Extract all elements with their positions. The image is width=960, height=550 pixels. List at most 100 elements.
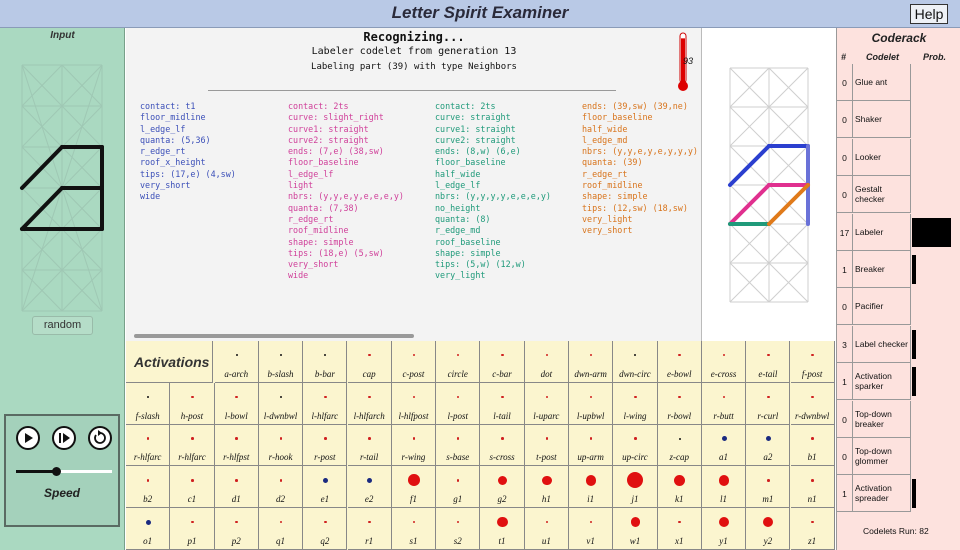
- activation-cell[interactable]: b1: [790, 424, 835, 467]
- activation-cell[interactable]: r1: [347, 508, 392, 550]
- activation-cell[interactable]: c-post: [391, 341, 437, 383]
- activation-cell[interactable]: dwn-arm: [569, 341, 614, 383]
- activation-cell[interactable]: j1: [613, 466, 658, 509]
- codelet-prob-bar: [912, 329, 916, 359]
- activation-cell[interactable]: s-base: [436, 424, 481, 467]
- activation-cell[interactable]: r-hlfarc: [126, 424, 171, 467]
- activation-cell[interactable]: r-curl: [746, 382, 791, 425]
- speed-slider-knob[interactable]: [52, 467, 62, 476]
- random-button[interactable]: random: [32, 316, 93, 335]
- activation-cell[interactable]: q1: [258, 508, 304, 550]
- activation-cell[interactable]: dwn-circ: [613, 341, 658, 383]
- activation-cell[interactable]: r-hook: [258, 424, 304, 467]
- activation-dot: [235, 354, 238, 356]
- step-button[interactable]: [52, 426, 76, 450]
- activation-cell[interactable]: f-slash: [126, 382, 171, 425]
- activation-cell[interactable]: e-cross: [701, 341, 747, 383]
- reset-button[interactable]: [88, 426, 112, 450]
- activation-label: r-post: [314, 452, 336, 463]
- activation-cell[interactable]: a1: [701, 424, 747, 467]
- descriptor-line: r_edge_rt: [288, 213, 334, 224]
- activation-cell[interactable]: z1: [790, 508, 835, 550]
- activation-cell[interactable]: r-butt: [701, 382, 747, 425]
- activation-cell[interactable]: h1: [524, 466, 569, 509]
- activation-cell[interactable]: d1: [214, 466, 259, 509]
- activation-cell[interactable]: r-post: [303, 424, 348, 467]
- horizontal-scrollbar[interactable]: [134, 334, 414, 338]
- activation-cell[interactable]: f1: [391, 466, 437, 509]
- descriptor-line: floor_baseline: [582, 112, 653, 123]
- activation-cell[interactable]: e2: [347, 466, 392, 509]
- activation-cell[interactable]: y1: [701, 508, 747, 550]
- activation-cell[interactable]: l-hlfarc: [303, 382, 348, 425]
- activation-cell[interactable]: r-tail: [347, 424, 392, 467]
- activation-cell[interactable]: b-bar: [303, 341, 348, 383]
- activation-cell[interactable]: s1: [391, 508, 437, 550]
- activation-cell[interactable]: m1: [746, 466, 791, 509]
- activation-label: e2: [364, 494, 374, 505]
- activation-cell[interactable]: d2: [258, 466, 304, 509]
- descriptor-line: r_edge_md: [435, 225, 481, 236]
- activation-cell[interactable]: s-cross: [480, 424, 525, 467]
- activation-cell[interactable]: s2: [436, 508, 481, 550]
- activation-cell[interactable]: i1: [569, 466, 614, 509]
- activation-cell[interactable]: b2: [126, 466, 171, 509]
- activation-cell[interactable]: e-bowl: [657, 341, 702, 383]
- activation-cell[interactable]: dot: [524, 341, 569, 383]
- activation-cell[interactable]: r-hlfpst: [214, 424, 259, 467]
- activation-cell[interactable]: k1: [657, 466, 702, 509]
- activation-cell[interactable]: l-bowl: [214, 382, 259, 425]
- activation-cell[interactable]: b-slash: [258, 341, 304, 383]
- activation-cell[interactable]: r-hlfarc: [170, 424, 215, 467]
- help-button[interactable]: Help: [910, 4, 948, 24]
- activation-cell[interactable]: circle: [436, 341, 481, 383]
- activation-cell[interactable]: r-wing: [391, 424, 437, 467]
- activation-cell[interactable]: n1: [790, 466, 835, 509]
- activation-cell[interactable]: h-post: [170, 382, 215, 425]
- activation-cell[interactable]: up-arm: [569, 424, 614, 467]
- activation-cell[interactable]: v1: [569, 508, 614, 550]
- activation-cell[interactable]: c-bar: [480, 341, 525, 383]
- speed-label: Speed: [43, 486, 80, 500]
- activation-cell[interactable]: q2: [303, 508, 348, 550]
- activation-cell[interactable]: r-bowl: [657, 382, 702, 425]
- activation-cell[interactable]: l-wing: [613, 382, 658, 425]
- descriptor-line: nbrs: (y,y,e,y,e,e,e,y): [288, 191, 404, 202]
- activation-cell[interactable]: a-arch: [214, 341, 259, 383]
- activation-cell[interactable]: a2: [746, 424, 791, 467]
- activation-cell[interactable]: y2: [746, 508, 791, 550]
- activation-cell[interactable]: l-hlfpost: [391, 382, 437, 425]
- descriptor-line: wide: [288, 270, 309, 281]
- activation-cell[interactable]: e1: [303, 466, 348, 509]
- activation-cell[interactable]: r-dwnbwl: [790, 382, 835, 425]
- activation-cell[interactable]: t1: [480, 508, 525, 550]
- activation-cell[interactable]: f-post: [790, 341, 835, 383]
- activation-cell[interactable]: l1: [701, 466, 747, 509]
- activation-cell[interactable]: l-post: [436, 382, 481, 425]
- activation-cell[interactable]: l-upbwl: [569, 382, 614, 425]
- activation-cell[interactable]: x1: [657, 508, 702, 550]
- activation-cell[interactable]: o1: [126, 508, 171, 550]
- activation-cell[interactable]: p2: [214, 508, 259, 550]
- activation-cell[interactable]: l-hlfarch: [347, 382, 392, 425]
- activation-cell[interactable]: w1: [613, 508, 658, 550]
- activation-cell[interactable]: c1: [170, 466, 215, 509]
- activation-cell[interactable]: z-cap: [657, 424, 702, 467]
- activation-cell[interactable]: t-post: [524, 424, 569, 467]
- coderack-row: 1 Activation sparker: [837, 363, 960, 401]
- descriptor-line: shape: simple: [435, 247, 501, 258]
- input-grid[interactable]: [0, 28, 125, 318]
- activation-cell[interactable]: cap: [347, 341, 392, 383]
- play-button[interactable]: [16, 426, 40, 450]
- activation-cell[interactable]: p1: [170, 508, 215, 550]
- activation-cell[interactable]: l-tail: [480, 382, 525, 425]
- activation-cell[interactable]: g2: [480, 466, 525, 509]
- activation-cell[interactable]: e-tail: [746, 341, 791, 383]
- activation-cell[interactable]: up-circ: [613, 424, 658, 467]
- speed-slider[interactable]: [16, 467, 112, 476]
- activation-cell[interactable]: u1: [524, 508, 569, 550]
- activation-cell[interactable]: l-uparc: [524, 382, 569, 425]
- activation-cell[interactable]: g1: [436, 466, 481, 509]
- activation-dot: [722, 395, 726, 399]
- activation-cell[interactable]: l-dwnbwl: [258, 382, 304, 425]
